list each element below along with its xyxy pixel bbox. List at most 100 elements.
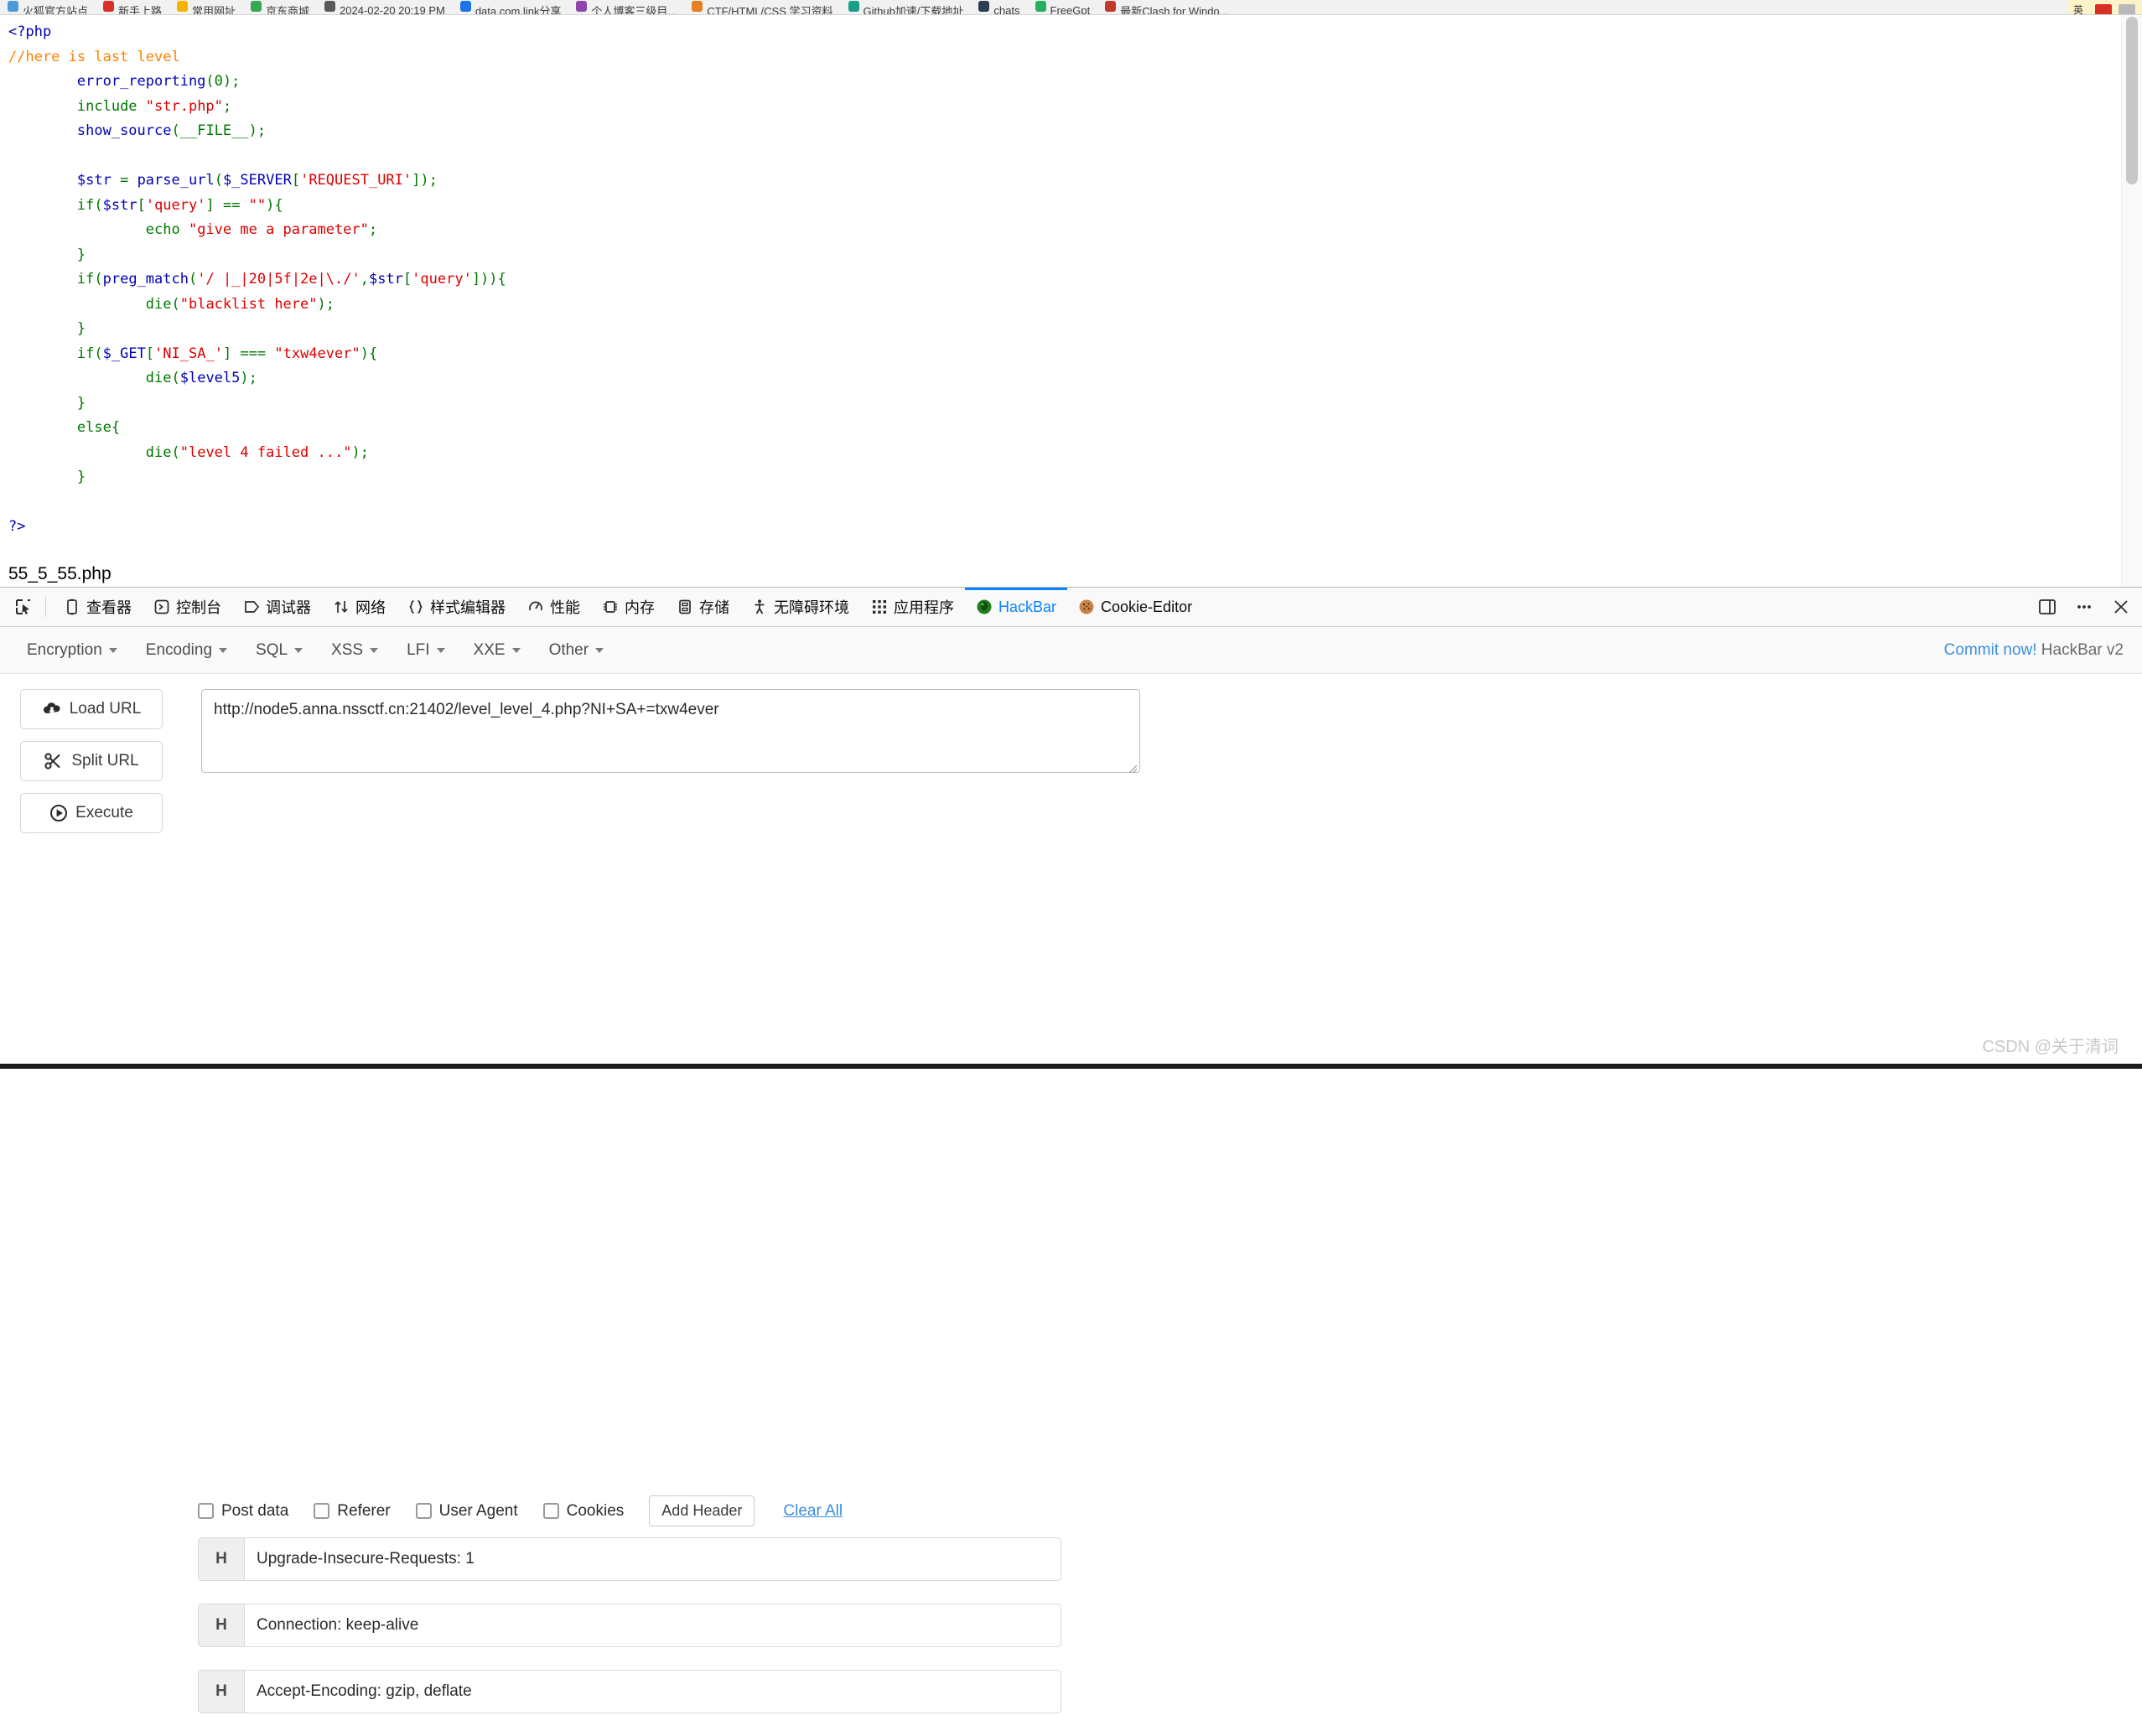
- hackbar-menu-encryption[interactable]: Encryption: [15, 636, 129, 665]
- bookmark-item[interactable]: 京东商城: [243, 0, 317, 14]
- chevron-down-icon: [109, 648, 117, 653]
- devtools-tab-accessibility[interactable]: 无障碍环境: [740, 588, 860, 626]
- code-line: else{: [8, 419, 120, 436]
- code-token: show_source: [77, 122, 172, 139]
- code-token: );: [318, 296, 335, 313]
- code-token: if: [77, 197, 94, 214]
- bookmark-item[interactable]: 常用网址: [169, 0, 243, 14]
- hackbar-menu-label: LFI: [407, 641, 429, 660]
- page-scrollbar[interactable]: [2121, 15, 2142, 587]
- hackbar-menu-other[interactable]: Other: [537, 636, 616, 665]
- code-token: [8, 98, 77, 115]
- hackbar-options-row: Post data Referer User Agent Cookies Add He…: [198, 1495, 843, 1526]
- devtools-tab-style-editor[interactable]: 样式编辑器: [397, 588, 516, 626]
- bookmark-item[interactable]: 火狐官方站点: [0, 0, 96, 14]
- devtools-tab-performance[interactable]: 性能: [516, 588, 591, 626]
- inspector-icon: [64, 599, 80, 615]
- devtools-tab-network[interactable]: 网络: [322, 588, 397, 626]
- option-referer[interactable]: Referer: [314, 1502, 390, 1521]
- code-token: [8, 246, 77, 263]
- dock-panel-icon[interactable]: [2035, 594, 2060, 619]
- browser-bookmarks-bar[interactable]: 火狐官方站点 新手上路常用网址京东商城2024-02-20 20:19 PMdat…: [0, 0, 2142, 15]
- devtools-tab-hackbar[interactable]: HackBar: [965, 588, 1067, 626]
- debugger-icon: [243, 599, 260, 615]
- checkbox[interactable]: [543, 1503, 559, 1519]
- option-label: Post data: [221, 1502, 288, 1521]
- ime-gray-button[interactable]: [2119, 4, 2135, 15]
- devtools-tab-label: Cookie-Editor: [1101, 599, 1192, 616]
- bookmark-favicon-icon: [324, 1, 335, 12]
- code-line: }: [8, 246, 86, 263]
- header-prefix-label: H: [199, 1671, 245, 1713]
- bookmark-item[interactable]: chats: [971, 0, 1027, 14]
- file-name-label: 55_5_55.php: [8, 564, 112, 584]
- code-token: (: [171, 296, 179, 313]
- devtools-tab-storage[interactable]: 存储: [666, 588, 740, 626]
- chevron-down-icon: [595, 648, 604, 653]
- bookmark-label: 最新Clash for Windo...: [1120, 3, 1228, 16]
- devtools-tab-memory[interactable]: 内存: [591, 588, 666, 626]
- url-input[interactable]: http://node5.anna.nssctf.cn:21402/level_…: [201, 689, 1140, 773]
- bookmark-label: 个人博客三级目...: [591, 3, 677, 16]
- checkbox[interactable]: [416, 1503, 432, 1519]
- devtools-tab-inspector[interactable]: 查看器: [53, 588, 143, 626]
- header-row[interactable]: HConnection: keep-alive: [198, 1604, 1061, 1647]
- code-token: 0: [215, 73, 223, 90]
- bookmark-label: 新手上路: [118, 3, 162, 16]
- hackbar-menu-xss[interactable]: XSS: [319, 636, 390, 665]
- header-value-input[interactable]: Upgrade-Insecure-Requests: 1: [245, 1538, 1061, 1580]
- hackbar-menu-encoding[interactable]: Encoding: [134, 636, 239, 665]
- bookmark-item[interactable]: 最新Clash for Windo...: [1097, 0, 1236, 14]
- code-token: ]);: [412, 172, 438, 189]
- header-value-input[interactable]: Accept-Encoding: gzip, deflate: [245, 1671, 1061, 1713]
- add-header-button[interactable]: Add Header: [649, 1495, 755, 1526]
- style-editor-icon: [407, 599, 424, 615]
- option-user-agent[interactable]: User Agent: [416, 1502, 518, 1521]
- option-cookies[interactable]: Cookies: [543, 1502, 625, 1521]
- ime-language-indicator[interactable]: 英: [2068, 3, 2088, 15]
- devtools-tab-console[interactable]: 控制台: [143, 588, 232, 626]
- header-prefix-label: H: [199, 1604, 245, 1646]
- checkbox[interactable]: [314, 1503, 329, 1519]
- bookmark-favicon-icon: [103, 1, 114, 12]
- bookmark-item[interactable]: Github加速/下载地址: [841, 0, 972, 14]
- option-post-data[interactable]: Post data: [198, 1502, 288, 1521]
- load-url-button[interactable]: Load URL: [20, 689, 163, 729]
- code-token: (: [94, 197, 102, 214]
- close-devtools-icon[interactable]: [2108, 594, 2134, 619]
- devtools-tab-label: 网络: [355, 596, 386, 618]
- commit-now-link[interactable]: Commit now!: [1944, 641, 2037, 659]
- hackbar-menu-xxe[interactable]: XXE: [462, 636, 532, 665]
- meatball-menu-icon[interactable]: [2072, 594, 2097, 619]
- hackbar-menu-lfi[interactable]: LFI: [395, 636, 456, 665]
- header-row[interactable]: HAccept-Encoding: gzip, deflate: [198, 1670, 1061, 1713]
- bookmark-item[interactable]: 个人博客三级目...: [568, 0, 684, 14]
- page-scrollbar-thumb[interactable]: [2126, 17, 2138, 184]
- header-prefix-label: H: [199, 1538, 245, 1580]
- devtools-tab-cookie[interactable]: Cookie-Editor: [1067, 588, 1203, 626]
- element-picker-icon[interactable]: [7, 592, 40, 622]
- code-token: }: [77, 395, 86, 412]
- code-token: );: [240, 370, 257, 386]
- window-bottom-edge: [0, 1064, 2142, 1069]
- bookmark-item[interactable]: data.com,link分享: [453, 0, 569, 14]
- hackbar-menu-sql[interactable]: SQL: [244, 636, 314, 665]
- clear-all-link[interactable]: Clear All: [783, 1502, 843, 1521]
- split-url-button[interactable]: Split URL: [20, 741, 163, 781]
- code-token: parse_url: [137, 172, 215, 189]
- devtools-tab-debugger[interactable]: 调试器: [232, 588, 322, 626]
- devtools-tab-application[interactable]: 应用程序: [860, 588, 965, 626]
- checkbox[interactable]: [198, 1503, 214, 1519]
- bookmark-item[interactable]: CTF/HTML/CSS 学习资料: [684, 0, 840, 14]
- header-value-input[interactable]: Connection: keep-alive: [245, 1604, 1061, 1646]
- bookmark-item[interactable]: FreeGpt: [1028, 0, 1098, 14]
- bookmark-item[interactable]: 2024-02-20 20:19 PM: [317, 0, 453, 14]
- execute-button[interactable]: Execute: [20, 793, 163, 833]
- header-row[interactable]: HUpgrade-Insecure-Requests: 1: [198, 1537, 1061, 1581]
- hackbar-version-label: HackBar v2: [2037, 641, 2124, 659]
- bookmark-item[interactable]: 新手上路: [96, 0, 169, 14]
- bookmark-favicon-icon: [460, 1, 471, 12]
- code-token: $level5: [180, 370, 241, 386]
- ime-toolbar[interactable]: 英: [2068, 0, 2142, 15]
- ime-red-button[interactable]: [2095, 4, 2112, 15]
